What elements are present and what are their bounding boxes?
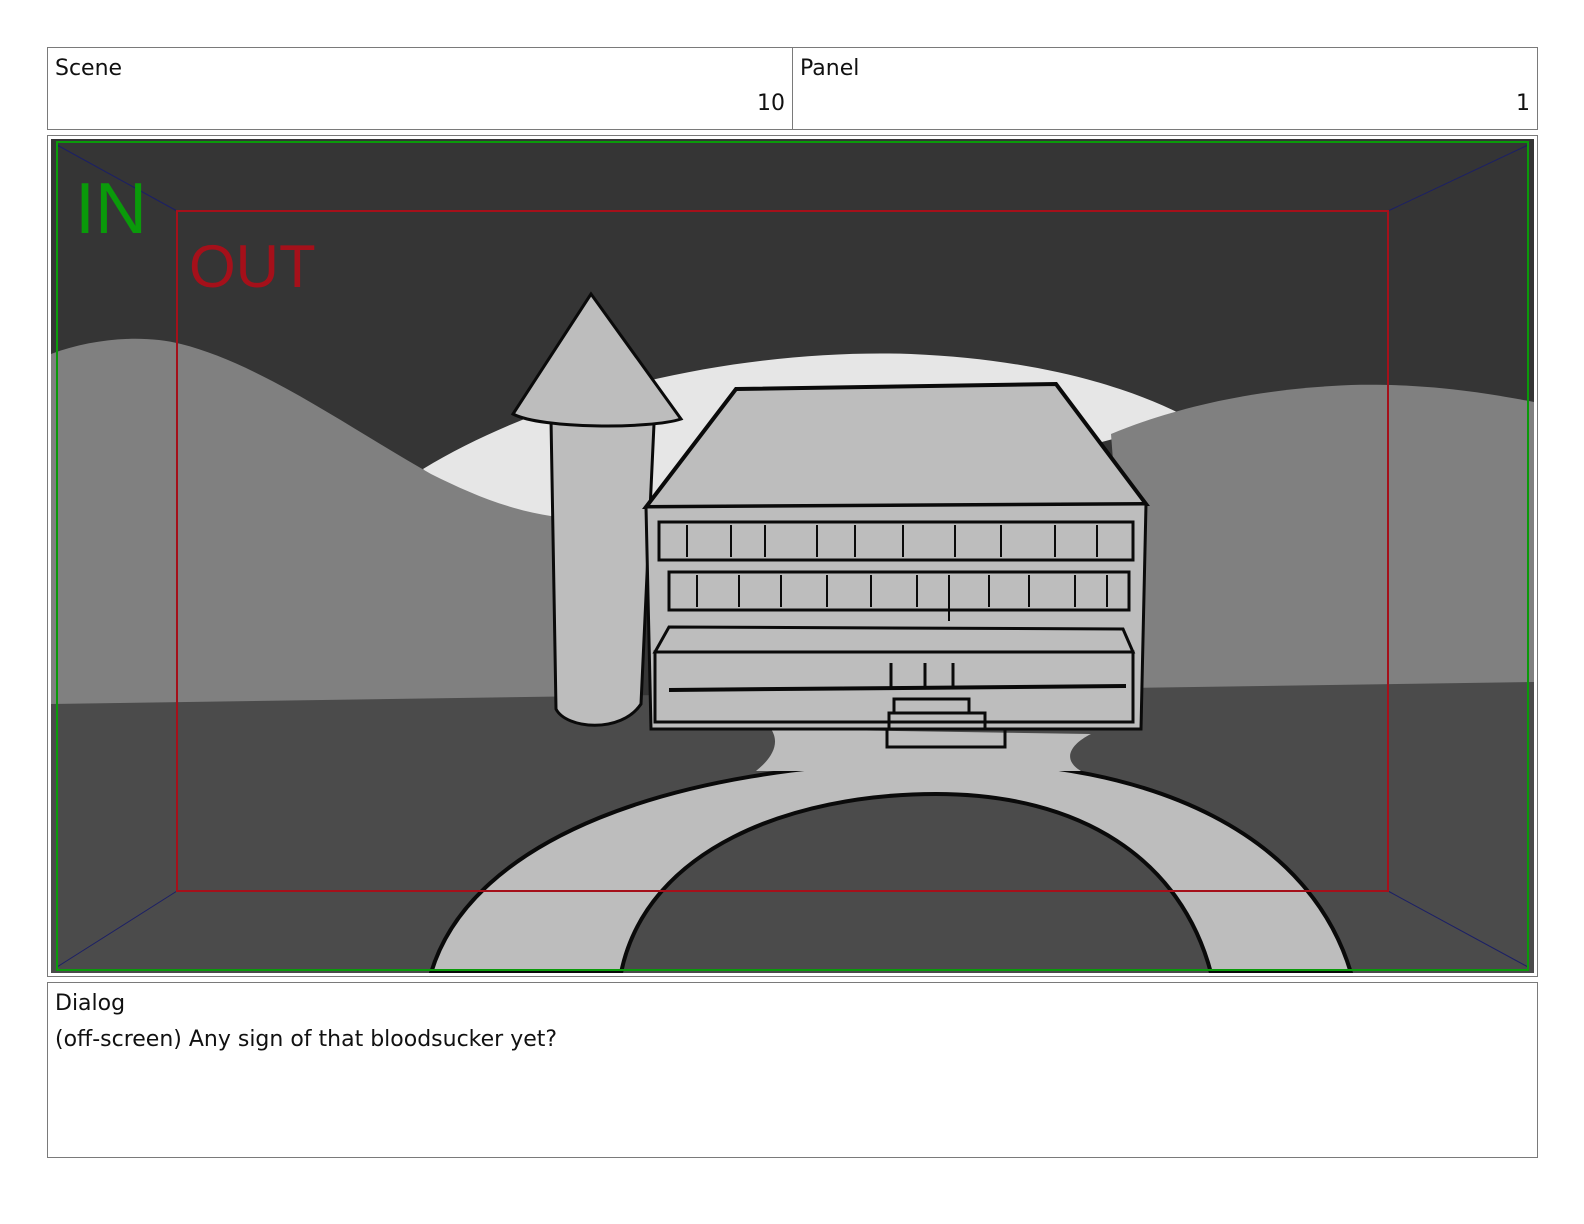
storyboard-drawing[interactable]: IN OUT [51,139,1534,973]
panel-field[interactable]: Panel 1 [792,47,1538,130]
panel-label: Panel [800,56,860,81]
out-frame-label: OUT [189,233,316,300]
right-hill [1111,384,1534,699]
scene-label: Scene [55,56,123,81]
dialog-label: Dialog [55,991,126,1016]
dialog-field[interactable]: Dialog (off-screen) Any sign of that blo… [47,982,1538,1158]
in-frame-label: IN [75,169,147,249]
panel-number[interactable]: 1 [1516,91,1530,116]
dialog-text[interactable]: (off-screen) Any sign of that bloodsucke… [55,1027,557,1052]
scene-number[interactable]: 10 [757,91,785,116]
tower [549,417,656,727]
panel-frame[interactable]: IN OUT [47,135,1538,977]
scene-field[interactable]: Scene 10 [47,47,793,130]
castle-path [756,729,1091,771]
castle-body [644,502,1148,731]
porch [652,625,1136,654]
